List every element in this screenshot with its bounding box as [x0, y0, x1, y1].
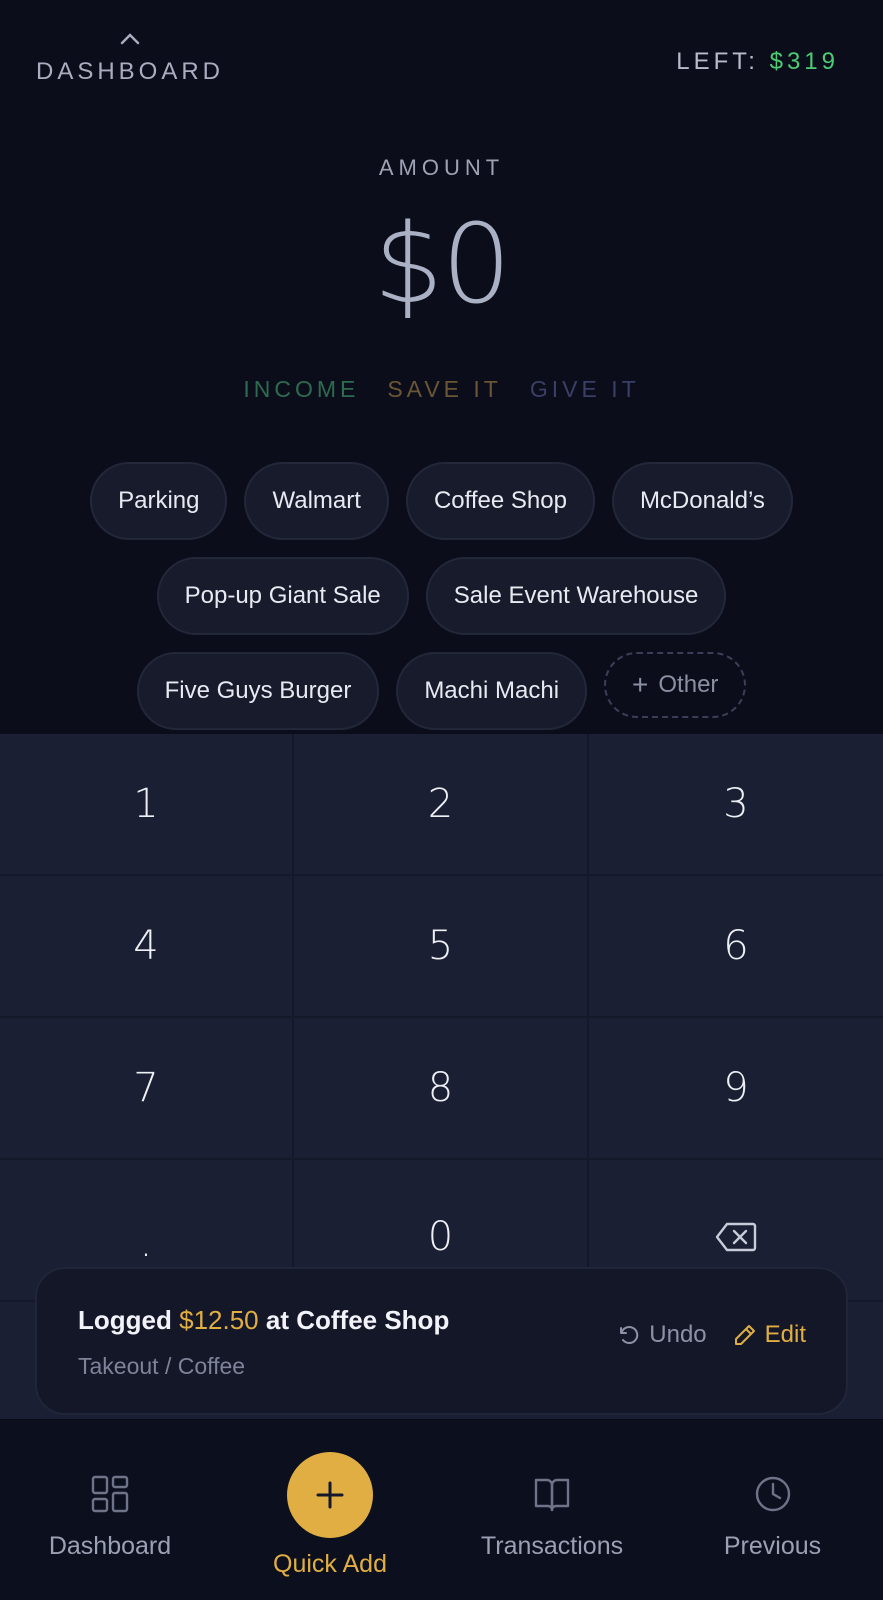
backspace-icon [715, 1222, 757, 1252]
chip-coffee-shop[interactable]: Coffee Shop [405, 462, 595, 540]
edit-button[interactable]: Edit [733, 1321, 806, 1349]
chip-pop-up-giant-sale[interactable]: Pop-up Giant Sale [156, 557, 409, 635]
nav-previous[interactable]: Previous [700, 1420, 845, 1600]
chip-parking[interactable]: Parking [90, 462, 228, 540]
bottom-nav: Dashboard Quick Add Transactions Previou… [0, 1420, 883, 1600]
nav-transactions-label: Transactions [480, 1532, 624, 1560]
chip-machi-machi[interactable]: Machi Machi [396, 652, 588, 730]
chip-row: Pop-up Giant Sale Sale Event Warehouse [0, 557, 883, 635]
key-5[interactable]: 5 [294, 876, 589, 1018]
toast-category: Takeout / Coffee [78, 1353, 246, 1379]
mode-tabs: INCOME SAVE IT GIVE IT [0, 376, 883, 403]
clock-icon [755, 1476, 790, 1512]
dashboard-link[interactable]: DASHBOARD [36, 30, 220, 100]
left-label: LEFT: [676, 48, 759, 75]
chip-other[interactable]: + Other [604, 652, 747, 718]
key-7[interactable]: 7 [0, 1018, 294, 1160]
undo-button[interactable]: Undo [617, 1321, 707, 1349]
logged-toast: Logged $12.50 at Coffee Shop Takeout / C… [35, 1267, 848, 1415]
key-1[interactable]: 1 [0, 734, 294, 876]
chip-walmart[interactable]: Walmart [244, 462, 389, 540]
undo-icon [620, 1326, 639, 1344]
grid-icon [91, 1475, 129, 1513]
budget-left-readout: LEFT: $319 [676, 48, 839, 76]
chevron-up-icon [120, 33, 140, 45]
book-icon [534, 1478, 570, 1512]
toast-prefix: Logged [78, 1305, 172, 1335]
toast-actions: Undo Edit [617, 1321, 806, 1349]
chip-row: Five Guys Burger Machi Machi + Other [0, 652, 883, 730]
top-bar: DASHBOARD LEFT: $319 [0, 0, 883, 110]
amount-label: AMOUNT [378, 155, 505, 180]
key-3[interactable]: 3 [589, 734, 883, 876]
nav-dashboard-label: Dashboard [48, 1532, 172, 1560]
merchant-chips: Parking Walmart Coffee Shop McDonald’s P… [0, 462, 883, 747]
quick-add-button[interactable] [287, 1452, 373, 1538]
undo-label: Undo [649, 1321, 707, 1348]
chip-five-guys-burger[interactable]: Five Guys Burger [136, 652, 380, 730]
mode-save-it[interactable]: SAVE IT [387, 376, 502, 403]
nav-quick-add-label: Quick Add [273, 1550, 387, 1578]
mode-income[interactable]: INCOME [243, 376, 359, 403]
chip-other-label: Other [658, 671, 719, 698]
key-2[interactable]: 2 [294, 734, 589, 876]
pencil-icon [734, 1325, 755, 1345]
nav-previous-label: Previous [723, 1532, 822, 1560]
chip-row: Parking Walmart Coffee Shop McDonald’s [0, 462, 883, 540]
amount-value: $0 [373, 200, 512, 328]
key-6[interactable]: 6 [589, 876, 883, 1018]
edit-label: Edit [764, 1321, 806, 1348]
toast-message: Logged $12.50 at Coffee Shop [78, 1305, 449, 1336]
mode-give-it[interactable]: GIVE IT [530, 376, 640, 403]
chip-mcdonalds[interactable]: McDonald’s [611, 462, 793, 540]
plus-icon [316, 1481, 344, 1509]
dashboard-link-label: DASHBOARD [35, 58, 225, 85]
toast-suffix: at Coffee Shop [265, 1305, 450, 1335]
nav-quick-add[interactable]: Quick Add [250, 1420, 410, 1600]
plus-icon: + [632, 669, 649, 700]
nav-transactions[interactable]: Transactions [462, 1420, 642, 1600]
key-4[interactable]: 4 [0, 876, 294, 1018]
toast-amount: $12.50 [179, 1305, 259, 1335]
left-value: $319 [769, 48, 839, 75]
chip-sale-event-warehouse[interactable]: Sale Event Warehouse [425, 557, 727, 635]
nav-dashboard[interactable]: Dashboard [30, 1420, 190, 1600]
key-9[interactable]: 9 [589, 1018, 883, 1160]
key-8[interactable]: 8 [294, 1018, 589, 1160]
